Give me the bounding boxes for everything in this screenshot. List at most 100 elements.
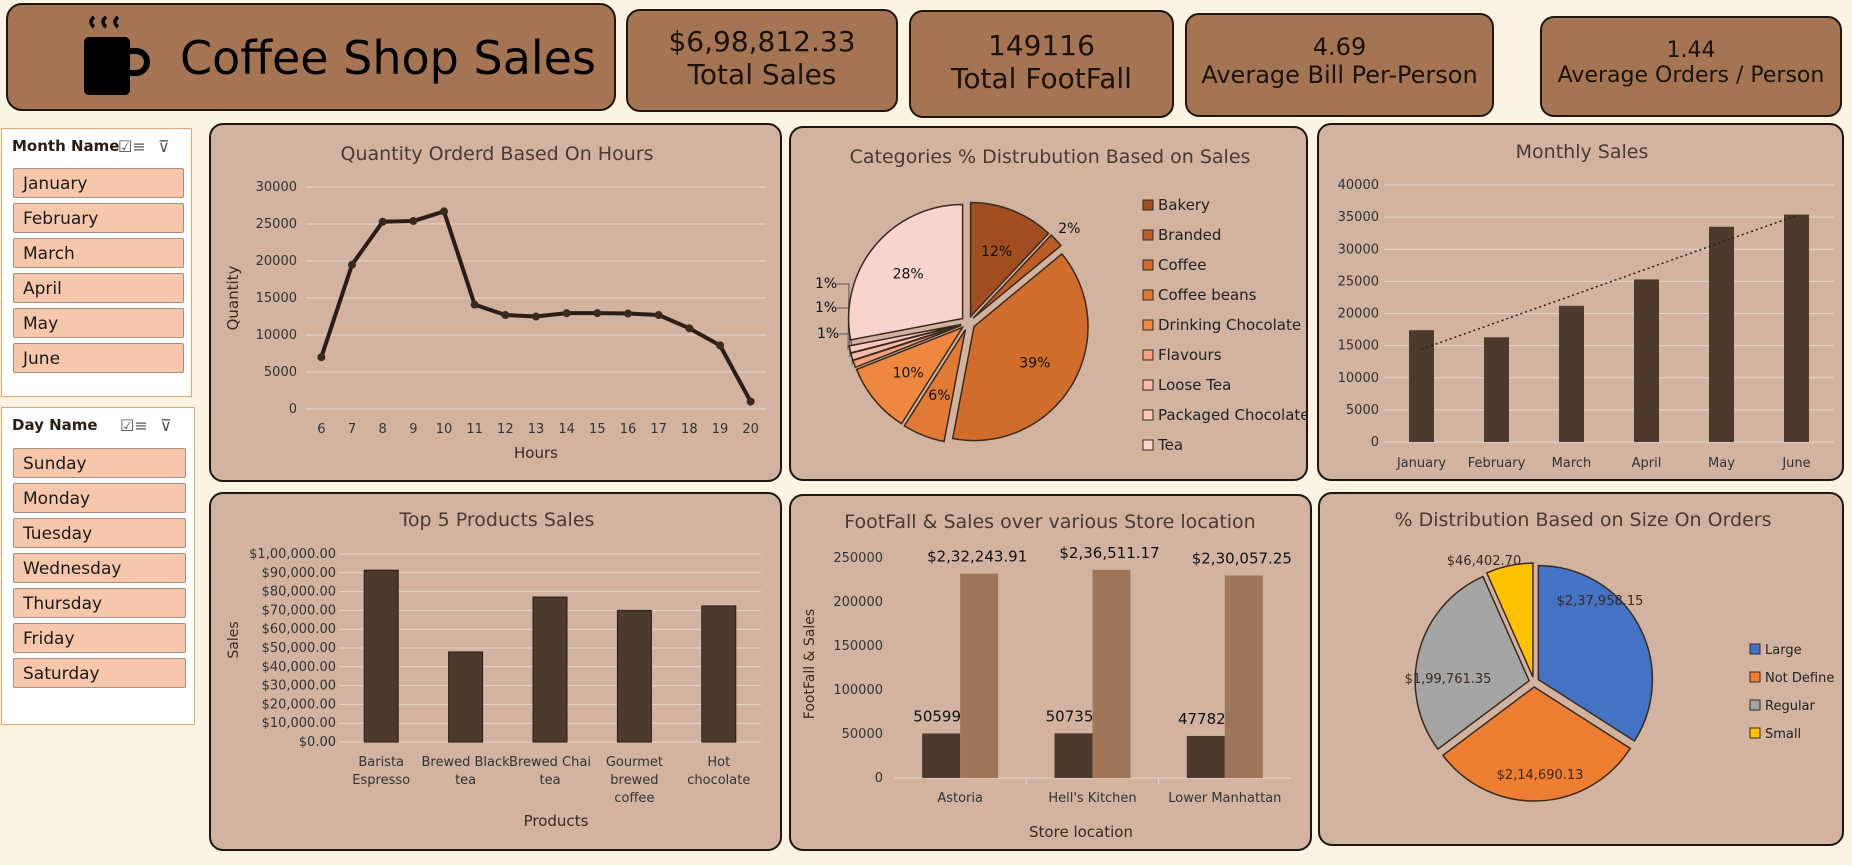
clear-filter-icon[interactable]: ⊽ [158,137,170,156]
y-tick-label: 40000 [1338,178,1379,193]
bar [922,733,961,778]
slicer-item[interactable]: Monday [13,483,186,513]
x-tick-label: Lower Manhattan [1168,791,1281,806]
y-tick-label: 50000 [842,727,883,742]
kpi-value: 1.44 [1666,38,1716,63]
y-tick-label: 5000 [1346,403,1379,418]
y-axis-label: Quantity [224,265,242,330]
data-point [470,300,479,309]
data-point [716,341,724,350]
x-tick-label: Hell's Kitchen [1048,791,1136,806]
data-label: 50599 [913,707,961,725]
legend-label: Packaged Chocolate [1158,406,1308,424]
chart-title: Quantity Orderd Based On Hours [341,143,654,165]
clear-filter-icon[interactable]: ⊽ [160,416,172,435]
legend-swatch [1749,699,1761,711]
data-label: $46,402.70 [1447,554,1521,569]
hours-chart-panel: Quantity Orderd Based On Hours 0 5000 10000… [209,123,782,482]
data-label: 28% [893,266,924,282]
data-label: 10% [893,366,924,382]
y-tick-label: 150000 [833,639,883,654]
x-tick-label: coffee [614,791,654,806]
legend-label: Not Define [1765,671,1834,686]
bar [1409,330,1434,442]
y-tick-label: 5000 [264,365,297,380]
slicer-header: Month Name [12,137,120,155]
kpi-label: Total Sales [687,58,837,91]
data-label: $2,36,511.17 [1059,544,1159,562]
x-tick-label: Barista [358,755,404,770]
data-point [317,353,326,362]
x-tick-label: Brewed Chai [509,755,591,770]
slicer-item[interactable]: Saturday [13,658,186,688]
chart-title: % Distribution Based on Size On Orders [1394,509,1771,531]
y-axis-label: FootFall & Sales [802,609,818,719]
data-label: $2,30,057.25 [1192,550,1292,568]
x-tick-label: 20 [742,422,759,437]
legend-label: Coffee beans [1158,286,1257,304]
y-tick-label: 0 [875,771,883,786]
x-tick-label: January [1396,456,1447,471]
legend-label: Coffee [1158,256,1206,274]
legend-label: Bakery [1158,196,1210,214]
bar [448,651,484,743]
slicer-item[interactable]: May [13,308,184,338]
legend-label: Drinking Chocolate [1158,316,1301,334]
y-tick-label: $60,000.00 [262,622,336,637]
data-label: 39% [1019,356,1050,372]
x-tick-label: 12 [497,422,514,437]
x-tick-label: Brewed Black [422,755,511,770]
slicer-item[interactable]: June [13,343,184,373]
bar [616,609,652,743]
kpi-label: Total FootFall [951,62,1132,95]
legend-swatch [1749,643,1761,655]
products-chart-panel: Top 5 Products Sales $0.00 $10,000.00 $20,0… [209,492,782,851]
x-tick-label: May [1708,456,1735,471]
x-tick-label: 15 [589,422,606,437]
slicer-item[interactable]: April [13,273,184,303]
multiselect-icon[interactable]: ☑≡ [118,137,146,156]
x-tick-label: 10 [436,422,453,437]
legend-label: Large [1765,643,1802,658]
slicer-item[interactable]: Wednesday [13,553,186,583]
y-tick-label: 15000 [256,291,297,306]
y-tick-label: $20,000.00 [262,697,336,712]
legend-swatch [1142,319,1154,331]
day-slicer: Day Name ☑≡ ⊽ Sunday Monday Tuesday Wedn… [1,407,195,725]
data-point [348,260,356,269]
page-title: Coffee Shop Sales [180,31,596,85]
x-axis-label: Store location [1029,823,1133,841]
legend-swatch [1142,229,1154,241]
legend-swatch [1142,379,1154,391]
y-tick-label: 100000 [833,683,883,698]
x-tick-label: brewed [610,773,658,788]
bar [363,569,399,743]
slicer-header: Day Name [12,416,98,434]
slicer-item[interactable]: February [13,203,184,233]
y-tick-label: 25000 [256,217,297,232]
y-tick-label: 0 [1371,435,1379,450]
categories-pie-chart: Categories % Distrubution Based on Sales… [815,146,1308,454]
bar [701,605,737,743]
multiselect-icon[interactable]: ☑≡ [120,416,148,435]
slicer-item[interactable]: March [13,238,184,268]
kpi-value: 4.69 [1312,33,1367,61]
slicer-item[interactable]: Tuesday [13,518,186,548]
trendline [1421,214,1797,350]
slicer-item[interactable]: Thursday [13,588,186,618]
y-tick-label: 35000 [1338,210,1379,225]
data-label: 50735 [1046,707,1094,725]
legend-swatch [1142,199,1154,211]
monthly-chart-panel: Monthly Sales 0 5000 10000 15000 20000 25000 30… [1317,123,1844,481]
y-tick-label: $40,000.00 [262,660,336,675]
x-tick-label: March [1552,456,1592,471]
data-label: $1,99,761.35 [1405,672,1492,687]
x-tick-label: 14 [558,422,575,437]
slicer-item[interactable]: Sunday [13,448,186,478]
bar [1054,733,1093,778]
slicer-item[interactable]: January [13,168,184,198]
chart-title: FootFall & Sales over various Store loca… [844,511,1255,533]
slicer-item[interactable]: Friday [13,623,186,653]
data-label: $2,14,690.13 [1497,768,1584,783]
x-tick-label: April [1632,456,1662,471]
